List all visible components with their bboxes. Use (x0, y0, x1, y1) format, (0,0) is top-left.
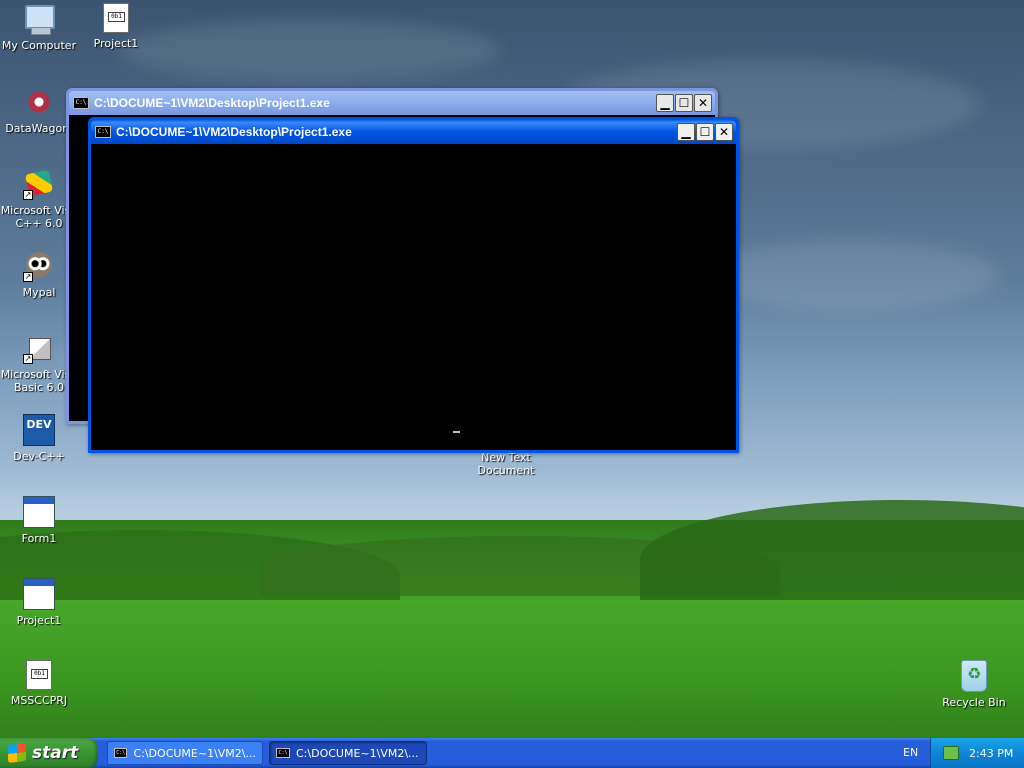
maximize-button[interactable]: ☐ (675, 94, 693, 112)
close-button[interactable]: ✕ (715, 123, 733, 141)
console-window-front[interactable]: C:\ C:\DOCUME~1\VM2\Desktop\Project1.exe… (88, 117, 739, 453)
start-label: start (32, 743, 79, 763)
taskbar: start C:\ C:\DOCUME~1\VM2\... C:\ C:\DOC… (0, 738, 1024, 768)
console-icon: C:\ (95, 126, 111, 138)
visual-basic-icon: ↗ (23, 332, 55, 364)
visual-cpp-icon: ↗ (23, 168, 55, 200)
desktop-icon-project1-form[interactable]: Project1 (0, 578, 79, 627)
desktop-icon-label: MSSCCPRJ (10, 694, 68, 707)
taskbar-button-label: C:\DOCUME~1\VM2\... (133, 746, 256, 760)
text-cursor (453, 431, 460, 433)
desktop-icon-my-computer[interactable]: My Computer (0, 3, 79, 52)
desktop-icon-label: My Computer (1, 39, 77, 52)
desktop-icon-form1[interactable]: Form1 (0, 496, 79, 545)
console-icon: C:\ (276, 748, 290, 758)
network-icon[interactable] (943, 746, 959, 760)
desktop-icon-label: Project1 (93, 37, 139, 50)
wallpaper-cloud (700, 240, 1000, 310)
close-button[interactable]: ✕ (694, 94, 712, 112)
taskbar-button-console-2[interactable]: C:\ C:\DOCUME~1\VM2\... (269, 741, 427, 765)
document-icon: 0b1 (26, 660, 52, 690)
raccoon-icon: ↗ (23, 250, 55, 282)
document-icon: 0b1 (103, 3, 129, 33)
desktop-icon-project1[interactable]: 0b1 Project1 (76, 3, 156, 50)
console-output[interactable] (91, 144, 736, 450)
minimize-button[interactable]: ▁ (656, 94, 674, 112)
language-indicator[interactable]: EN (903, 746, 918, 759)
window-icon (23, 578, 55, 610)
clock[interactable]: 2:43 PM (969, 747, 1013, 760)
desktop-icon-recycle-bin[interactable]: Recycle Bin (934, 660, 1014, 709)
taskbar-button-label: C:\DOCUME~1\VM2\... (296, 746, 419, 760)
desktop-icon-label: Project1 (16, 614, 62, 627)
desktop-icon-label: Form1 (21, 532, 57, 545)
console-icon: C:\ (114, 748, 128, 758)
window-icon (23, 496, 55, 528)
start-button[interactable]: start (0, 738, 98, 768)
window-titlebar[interactable]: C:\ C:\DOCUME~1\VM2\Desktop\Project1.exe… (69, 91, 715, 115)
minimize-button[interactable]: ▁ (677, 123, 695, 141)
console-icon: C:\ (73, 97, 89, 109)
taskbar-button-console-1[interactable]: C:\ C:\DOCUME~1\VM2\... (107, 741, 263, 765)
recycle-bin-icon (961, 660, 987, 692)
computer-icon (23, 3, 55, 35)
desktop-wallpaper: My Computer 0b1 Project1 DataWagon. ↗ Mi… (0, 0, 1024, 738)
gear-icon (23, 86, 55, 118)
windows-logo-icon (8, 743, 26, 763)
window-title: C:\DOCUME~1\VM2\Desktop\Project1.exe (94, 96, 330, 110)
dev-cpp-icon: DEV (23, 414, 55, 446)
wallpaper-cloud (120, 20, 500, 80)
window-title: C:\DOCUME~1\VM2\Desktop\Project1.exe (116, 125, 352, 139)
desktop-icon-label: Recycle Bin (942, 696, 1006, 709)
window-titlebar[interactable]: C:\ C:\DOCUME~1\VM2\Desktop\Project1.exe… (91, 120, 736, 144)
wallpaper-grass (0, 600, 1024, 738)
desktop-icon-label: New Text Document (477, 451, 535, 477)
maximize-button[interactable]: ☐ (696, 123, 714, 141)
desktop-icon-mssccprj[interactable]: 0b1 MSSCCPRJ (0, 660, 79, 707)
system-tray: 2:43 PM (930, 738, 1024, 768)
desktop-icon-label: Dev-C++ (13, 450, 65, 463)
